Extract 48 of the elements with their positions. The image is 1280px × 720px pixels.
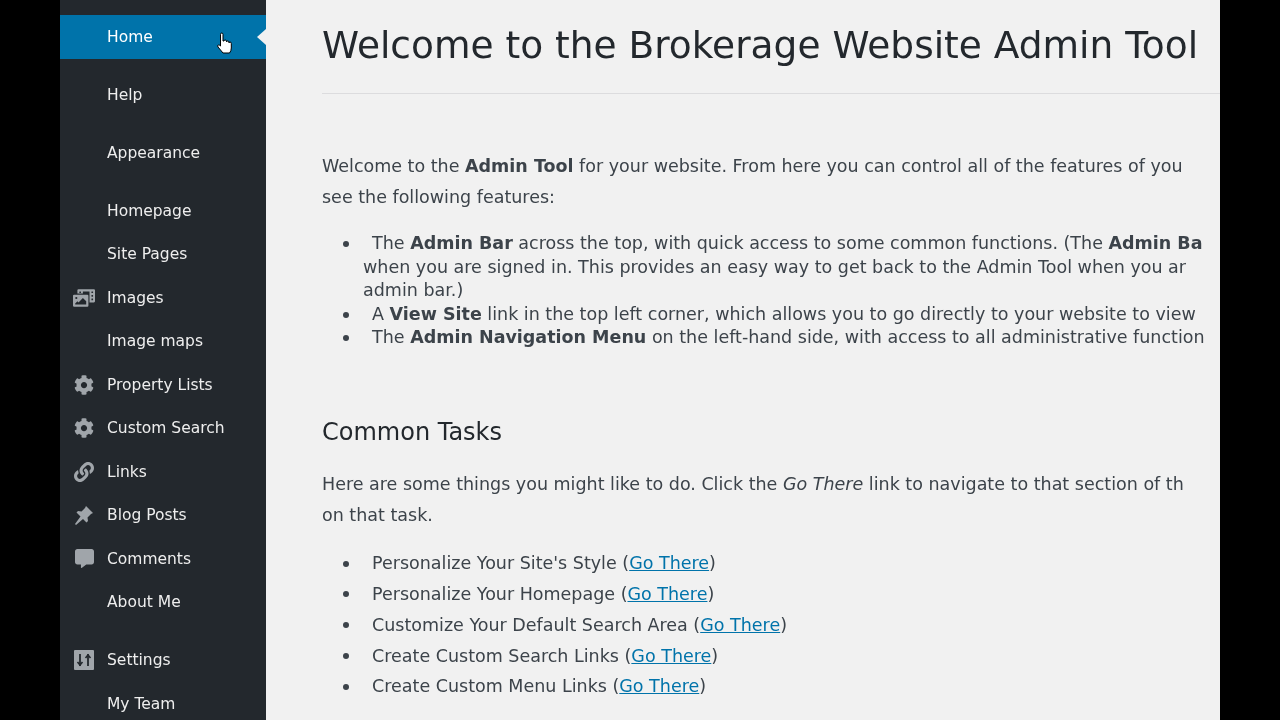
go-there-link[interactable]: Go There — [700, 614, 781, 635]
bullet-icon — [343, 683, 349, 690]
sidebar-item[interactable]: Help — [60, 73, 266, 117]
bullet-icon — [343, 311, 349, 318]
sidebar-item[interactable]: Settings — [60, 638, 266, 682]
sidebar-item[interactable]: Links — [60, 450, 266, 494]
gear-icon — [74, 374, 94, 395]
bullet-icon — [343, 241, 349, 247]
bullet-icon — [343, 335, 349, 341]
sidebar-item[interactable]: Image maps — [60, 319, 266, 363]
feature-text: The Admin Navigation Menu on the left-hand side, with access to all administrative function — [371, 326, 1205, 350]
feature-text: A View Site link in the top left corner, which allows you to go directly to your website to view — [371, 302, 1196, 326]
sidebar-item[interactable]: Custom Search — [60, 406, 266, 450]
go-there-link[interactable]: Go There — [627, 584, 708, 604]
gear-icon — [74, 418, 94, 439]
sidebar-item[interactable]: Blog Posts — [60, 493, 266, 537]
sidebar-item[interactable]: Site Pages — [60, 232, 266, 276]
sidebar-item[interactable]: Comments — [60, 537, 266, 581]
sidebar-item[interactable]: My Team — [60, 682, 266, 720]
sidebar-item[interactable]: Images — [60, 276, 266, 320]
sidebar-item[interactable]: Property Lists — [60, 363, 266, 407]
task-text: Personalize Your Homepage (Go There) — [372, 583, 715, 606]
task-text: Customize Your Default Search Area (Go There) — [372, 613, 787, 637]
sidebar-item[interactable]: Appearance — [60, 131, 266, 175]
tasks-paragraph: Here are some things you might like to do. Click the Go There link to navigate to that section of th on that task. — [322, 473, 1184, 528]
task-text: Create Custom Menu Links (Go There) — [372, 675, 707, 699]
sidebar-item[interactable]: About Me — [60, 580, 266, 624]
bullet-icon — [343, 560, 349, 567]
sidebar-item[interactable]: Home — [60, 15, 266, 59]
media-icon — [73, 286, 95, 309]
go-there-link[interactable]: Go There — [631, 645, 712, 666]
link-icon — [74, 461, 94, 482]
hand-cursor-icon — [216, 32, 232, 54]
sidebar-item[interactable]: Homepage — [60, 189, 266, 233]
bullet-icon — [343, 591, 349, 598]
section-heading: Common Tasks — [322, 416, 503, 448]
go-there-link[interactable]: Go There — [629, 553, 710, 574]
page-title: Welcome to the Brokerage Website Admin Tool — [322, 22, 1199, 68]
go-there-link[interactable]: Go There — [619, 676, 700, 697]
sliders-icon — [74, 650, 94, 671]
task-text: Create Custom Search Links (Go There) — [372, 644, 719, 668]
feature-text: The Admin Bar across the top, with quick access to some common functions. (The Admin Ba when you are signed in. This provides an easy way to get back to the Admin Tool when you ar admin bar.) — [363, 232, 1203, 303]
speech-bubble-icon — [74, 549, 94, 569]
bullet-icon — [343, 622, 349, 629]
task-text: Personalize Your Site's Style (Go There) — [372, 552, 716, 576]
intro-paragraph: Welcome to the Admin Tool for your website. From here you can control all of the features of you see the following features: — [322, 154, 1183, 209]
pin-icon — [75, 505, 93, 525]
bullet-icon — [343, 652, 349, 659]
